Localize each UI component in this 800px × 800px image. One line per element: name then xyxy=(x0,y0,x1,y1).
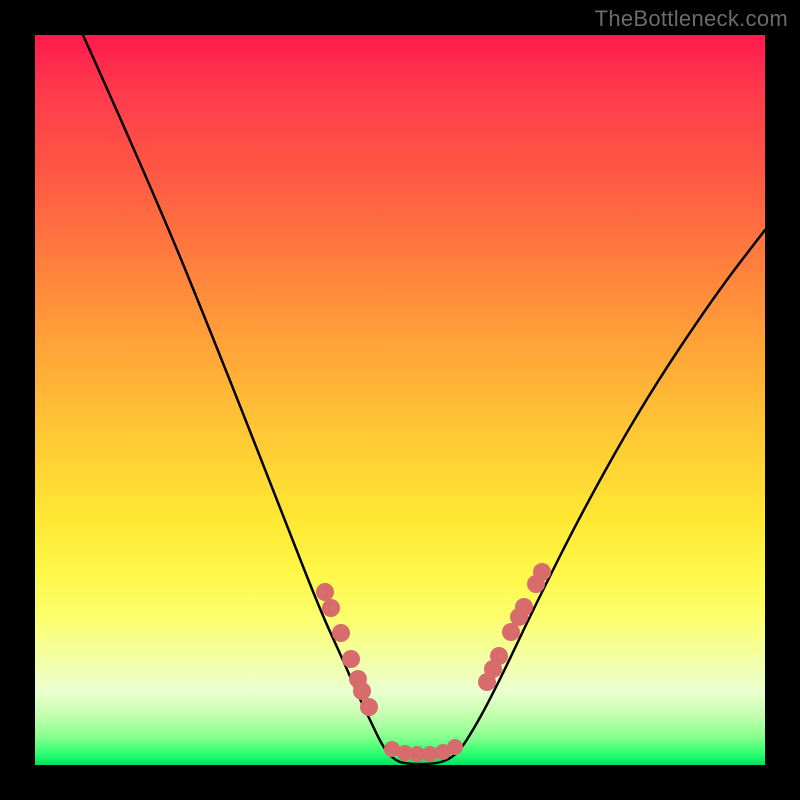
bottleneck-curve xyxy=(83,35,765,764)
data-marker xyxy=(490,647,508,665)
watermark-text: TheBottleneck.com xyxy=(595,6,788,32)
data-marker xyxy=(322,599,340,617)
chart-plot-area xyxy=(35,35,765,765)
data-marker xyxy=(316,583,334,601)
data-marker xyxy=(515,598,533,616)
data-marker xyxy=(533,563,551,581)
markers-left xyxy=(316,583,378,716)
chart-frame: TheBottleneck.com xyxy=(0,0,800,800)
markers-right xyxy=(478,563,551,691)
data-marker xyxy=(447,739,463,755)
data-marker xyxy=(353,682,371,700)
data-marker xyxy=(342,650,360,668)
chart-svg xyxy=(35,35,765,765)
data-marker xyxy=(360,698,378,716)
data-marker xyxy=(332,624,350,642)
